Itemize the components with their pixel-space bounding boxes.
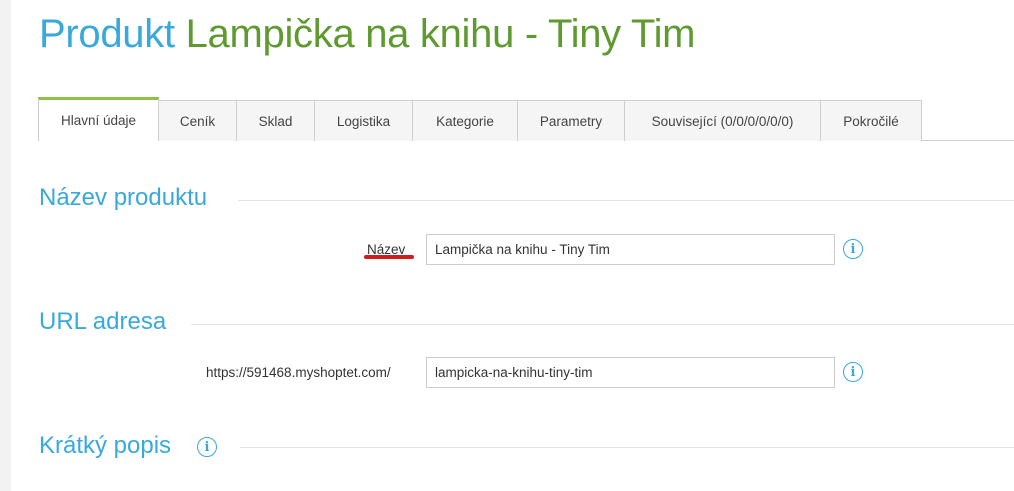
section-title-nazev-produktu: Název produktu — [39, 184, 208, 211]
section-title-url-adresa: URL adresa — [39, 308, 167, 335]
tab-souvisejici[interactable]: Související (0/0/0/0/0/0) — [625, 100, 821, 141]
page-title-prefix: Produkt — [39, 12, 175, 56]
section-divider — [240, 447, 1014, 448]
highlight-underline — [364, 255, 414, 259]
info-icon[interactable]: i — [843, 362, 863, 382]
info-icon[interactable]: i — [843, 239, 863, 259]
page-title: Produkt Lampička na knihu - Tiny Tim — [39, 6, 695, 62]
tab-kategorie[interactable]: Kategorie — [413, 100, 518, 141]
url-prefix-label: https://591468.myshoptet.com/ — [206, 365, 391, 380]
tab-pokrocile[interactable]: Pokročilé — [821, 100, 922, 141]
section-divider — [191, 324, 1014, 325]
page-title-product-name: Lampička na knihu - Tiny Tim — [185, 12, 696, 56]
tab-cenik[interactable]: Ceník — [159, 100, 237, 141]
section-divider — [238, 200, 1014, 201]
tab-bar: Hlavní údaje Ceník Sklad Logistika Kateg… — [38, 97, 922, 142]
left-panel-edge — [0, 0, 11, 491]
tab-hlavni-udaje[interactable]: Hlavní údaje — [38, 97, 159, 142]
product-name-input[interactable] — [426, 234, 835, 265]
tab-sklad[interactable]: Sklad — [237, 100, 315, 141]
tab-logistika[interactable]: Logistika — [315, 100, 413, 141]
url-slug-input[interactable] — [426, 357, 835, 388]
tab-parametry[interactable]: Parametry — [518, 100, 625, 141]
info-icon[interactable]: i — [197, 437, 217, 457]
section-title-kratky-popis: Krátký popis — [39, 432, 172, 459]
